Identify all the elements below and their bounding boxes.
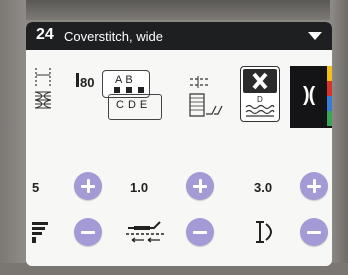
touch-screen: 24 Coverstitch, wide 80 AB CDE D)(5 1.… xyxy=(26,22,332,266)
stabilizer-icon xyxy=(243,69,277,93)
stitch-name: Coverstitch, wide xyxy=(64,29,163,44)
thread-tension-minus-button[interactable] xyxy=(74,218,102,246)
needle-top-label: AB xyxy=(115,74,136,86)
color-stripe-green xyxy=(327,111,332,126)
color-stripe-red xyxy=(327,81,332,96)
thread-tension-value: 5 xyxy=(32,180,40,195)
stitch-length-icon xyxy=(126,221,166,243)
stitch-length-minus-button[interactable] xyxy=(186,218,214,246)
thread-tension-icon xyxy=(32,222,48,243)
presser-foot-icon xyxy=(76,73,79,87)
presser-pressure-value: 3.0 xyxy=(254,180,273,195)
bezel-left xyxy=(0,0,26,275)
coverstitch-mode-icon: )( xyxy=(303,84,315,106)
color-stripe-yellow xyxy=(327,66,332,81)
thread-tension-plus-button[interactable] xyxy=(74,172,102,200)
needle-bottom-label: CDE xyxy=(116,99,152,111)
presser-pressure-icon xyxy=(256,221,272,243)
stabilizer-pattern-icon xyxy=(245,104,275,117)
dropdown-caret-icon[interactable] xyxy=(308,32,322,40)
fabric-thread-icon xyxy=(189,76,223,117)
stabilizer-card: D xyxy=(240,66,280,122)
stabilizer-label: D xyxy=(257,95,263,104)
stitch-length-value: 1.0 xyxy=(130,180,149,195)
bezel-top xyxy=(0,0,348,20)
presser-foot-number: 80 xyxy=(80,75,95,90)
bezel-right xyxy=(330,0,348,275)
stitch-length-plus-button[interactable] xyxy=(186,172,214,200)
stitch-header[interactable]: 24 Coverstitch, wide xyxy=(26,22,332,50)
presser-pressure-plus-button[interactable] xyxy=(300,172,328,200)
presser-pressure-minus-button[interactable] xyxy=(300,218,328,246)
stitch-mode-tab[interactable]: )( xyxy=(290,66,332,128)
stitch-diagram-icon xyxy=(34,68,52,109)
color-stripe-blue xyxy=(327,96,332,111)
stitch-number: 24 xyxy=(36,26,54,43)
